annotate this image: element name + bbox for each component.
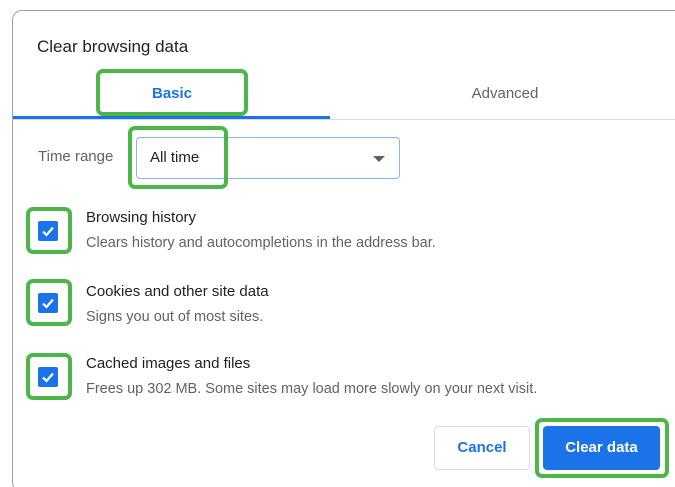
clear-data-button[interactable]: Clear data	[543, 426, 660, 470]
cookies-description: Signs you out of most sites.	[86, 309, 264, 325]
cookies-checkbox[interactable]	[38, 293, 58, 313]
screen: Clear browsing data Basic Advanced Time …	[0, 0, 675, 487]
time-range-label: Time range	[38, 148, 114, 165]
browsing-history-description: Clears history and autocompletions in th…	[86, 235, 436, 251]
cached-images-description: Frees up 302 MB. Some sites may load mor…	[86, 381, 538, 397]
dropdown-arrow-icon	[373, 156, 385, 162]
time-range-value: All time	[150, 149, 200, 166]
checkmark-icon	[42, 226, 54, 237]
checkmark-icon	[42, 298, 54, 309]
cached-images-title: Cached images and files	[86, 355, 251, 372]
browsing-history-title: Browsing history	[86, 209, 197, 226]
cookies-title: Cookies and other site data	[86, 283, 269, 300]
tab-basic[interactable]: Basic	[96, 84, 248, 104]
cancel-button[interactable]: Cancel	[434, 426, 530, 470]
tab-divider	[13, 119, 675, 120]
dialog-title: Clear browsing data	[37, 37, 189, 56]
cached-images-checkbox[interactable]	[38, 367, 58, 387]
time-range-select[interactable]: All time	[136, 137, 400, 179]
checkmark-icon	[42, 372, 54, 383]
tab-advanced[interactable]: Advanced	[430, 84, 580, 104]
browsing-history-checkbox[interactable]	[38, 221, 58, 241]
